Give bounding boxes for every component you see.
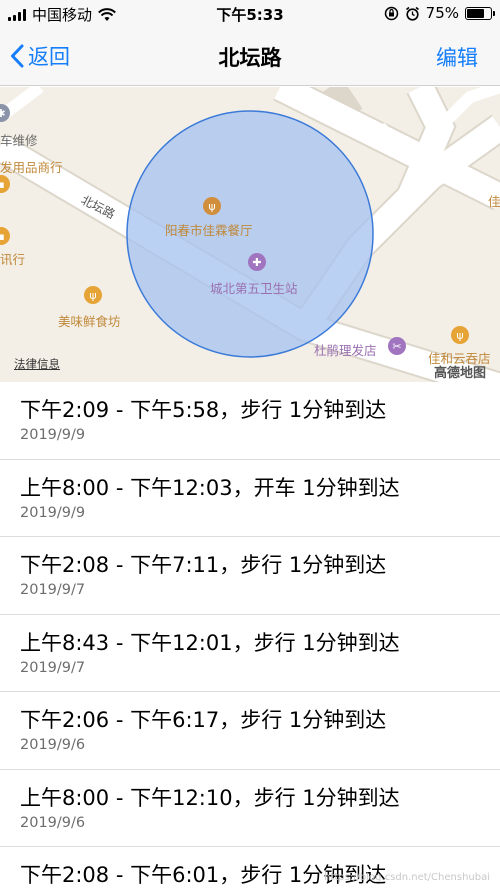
food-icon: ψ xyxy=(84,286,102,304)
battery-fill xyxy=(467,8,485,18)
poi-car-repair[interactable]: 车维修 xyxy=(0,130,38,149)
visit-time-range: 上午8:43 - 下午12:01，步行 1分钟到达 xyxy=(20,630,400,655)
visit-date: 2019/9/9 xyxy=(20,427,86,443)
map-brand-logo: 高德地图 xyxy=(434,366,487,381)
visit-date: 2019/9/9 xyxy=(20,504,86,521)
battery-icon xyxy=(465,6,495,20)
location-map[interactable]: ✱ 车维修 发用品商行 ▪ ▪ 讯行 北坛路 ψ 阳春市佳霖餐厅 ✚ 城北第五卫… xyxy=(0,87,500,382)
list-item[interactable]: 下午2:06 - 下午6:17，步行 1分钟到达 2019/9/6 xyxy=(0,692,500,770)
battery-percent: 75% xyxy=(425,4,459,22)
wonton-icon: ψ xyxy=(451,326,469,344)
poi-right-edge[interactable]: 佳 xyxy=(488,191,500,210)
poi-health-station[interactable]: 城北第五卫生站 xyxy=(210,278,298,297)
list-item[interactable]: 下午2:08 - 下午7:11，步行 1分钟到达 2019/9/7 xyxy=(0,537,500,615)
alarm-icon xyxy=(405,6,419,21)
edit-button[interactable]: 编辑 xyxy=(436,42,478,72)
list-item[interactable]: 上午8:00 - 下午12:03，开车 1分钟到达 2019/9/9 xyxy=(0,460,500,537)
visit-date: 2019/9/6 xyxy=(20,737,86,753)
watermark: https://blog.csdn.net/Chenshubai xyxy=(324,872,490,883)
list-item[interactable]: 下午2:09 - 下午5:58，步行 1分钟到达 2019/9/9 xyxy=(0,382,500,460)
visit-date: 2019/9/7 xyxy=(20,659,86,676)
poi-restaurant-jialin[interactable]: 阳春市佳霖餐厅 xyxy=(165,220,253,239)
list-item[interactable]: 上午8:43 - 下午12:01，步行 1分钟到达 2019/9/7 xyxy=(0,615,500,692)
visit-time-range: 下午2:06 - 下午6:17，步行 1分钟到达 xyxy=(20,708,387,732)
visit-time-range: 上午8:00 - 下午12:10，步行 1分钟到达 xyxy=(20,785,400,810)
visit-date: 2019/9/7 xyxy=(20,582,86,598)
poi-barber[interactable]: 杜鹃理发店 xyxy=(314,340,377,359)
visit-time-range: 下午2:08 - 下午7:11，步行 1分钟到达 xyxy=(20,553,387,577)
status-right: 75% xyxy=(384,4,495,22)
barber-icon: ✂ xyxy=(388,337,406,355)
status-bar: 中国移动 下午5:33 75% xyxy=(0,0,500,28)
rotation-lock-icon xyxy=(384,6,398,20)
poi-communications[interactable]: 讯行 xyxy=(0,249,25,268)
poi-supplies-store[interactable]: 发用品商行 xyxy=(0,157,63,176)
visit-date: 2019/9/6 xyxy=(20,814,86,831)
list-item[interactable]: 上午8:00 - 下午12:10，步行 1分钟到达 2019/9/6 xyxy=(0,770,500,847)
legal-info-link[interactable]: 法律信息 xyxy=(14,356,60,372)
visit-time-range: 上午8:00 - 下午12:03，开车 1分钟到达 xyxy=(20,475,400,500)
visit-list: 下午2:09 - 下午5:58，步行 1分钟到达 2019/9/9 上午8:00… xyxy=(0,382,500,889)
navigation-bar: 返回 北坛路 编辑 xyxy=(0,28,500,86)
poi-meiwei-food[interactable]: 美味鲜食坊 xyxy=(58,311,121,330)
restaurant-icon: ψ xyxy=(203,197,221,215)
visit-time-range: 下午2:09 - 下午5:58，步行 1分钟到达 xyxy=(20,398,387,422)
page-title: 北坛路 xyxy=(218,46,282,70)
health-station-icon: ✚ xyxy=(248,253,266,271)
